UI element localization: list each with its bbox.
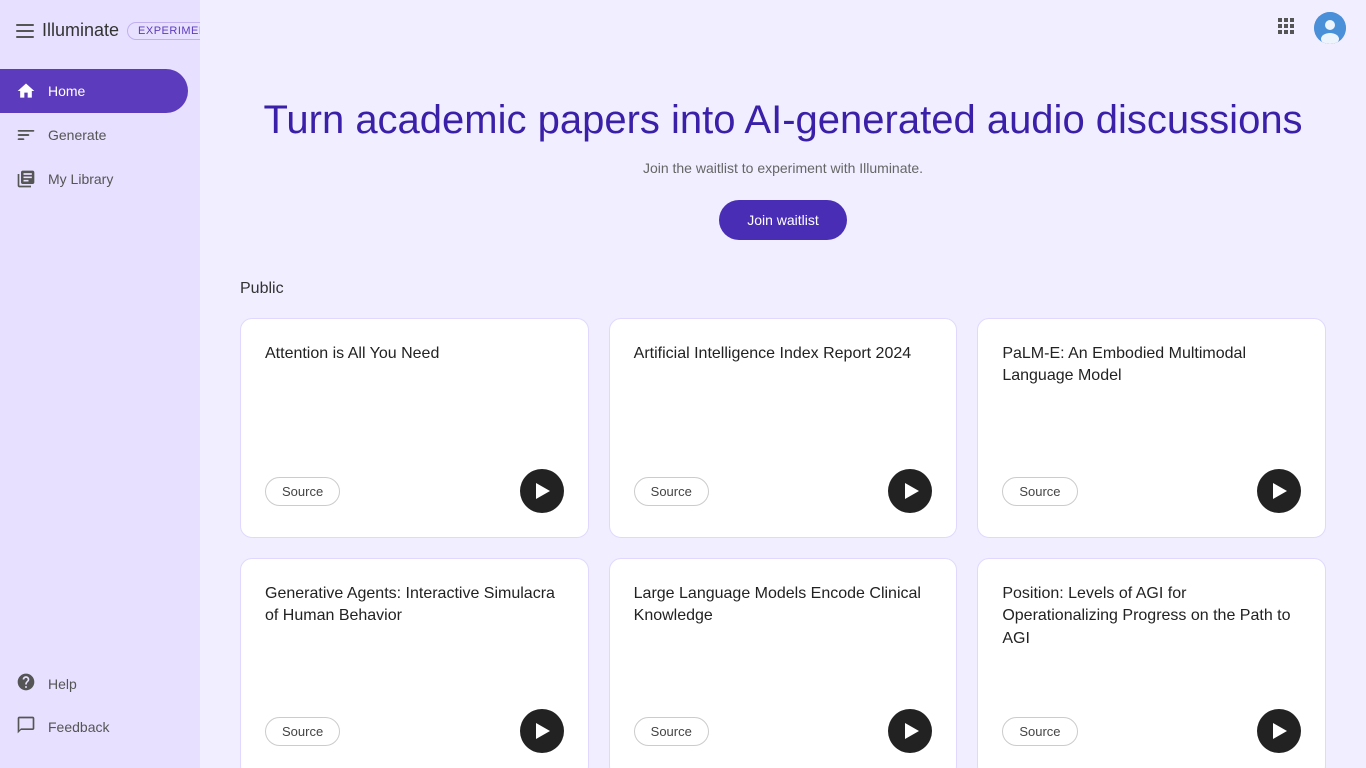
play-button[interactable]	[888, 469, 932, 513]
topbar	[200, 0, 1366, 56]
hamburger-icon[interactable]	[16, 24, 34, 38]
card-title: Artificial Intelligence Index Report 202…	[634, 343, 933, 453]
sidebar-item-library-label: My Library	[48, 171, 113, 187]
play-button[interactable]	[520, 709, 564, 753]
hero-subtitle: Join the waitlist to experiment with Ill…	[220, 160, 1346, 176]
sidebar-item-home-label: Home	[48, 83, 85, 99]
sidebar-item-library[interactable]: My Library	[0, 157, 188, 201]
sidebar-item-help[interactable]: Help	[0, 662, 200, 705]
main-content: Turn academic papers into AI-generated a…	[200, 0, 1366, 768]
sidebar-item-help-label: Help	[48, 676, 77, 692]
hero-section: Turn academic papers into AI-generated a…	[200, 56, 1366, 270]
app-logo: Illuminate	[42, 20, 119, 41]
card-palm-e[interactable]: PaLM-E: An Embodied Multimodal Language …	[977, 318, 1326, 538]
sidebar-footer: Help Feedback	[0, 654, 200, 756]
logo-area: Illuminate EXPERIMENT	[0, 12, 200, 61]
user-avatar[interactable]	[1314, 12, 1346, 44]
sidebar: Illuminate EXPERIMENT Home Genera	[0, 0, 200, 768]
card-attention[interactable]: Attention is All You Need Source	[240, 318, 589, 538]
card-footer: Source	[634, 469, 933, 513]
card-footer: Source	[634, 709, 933, 753]
source-button[interactable]: Source	[634, 477, 709, 506]
card-title: Large Language Models Encode Clinical Kn…	[634, 583, 933, 693]
card-footer: Source	[265, 469, 564, 513]
card-ai-index[interactable]: Artificial Intelligence Index Report 202…	[609, 318, 958, 538]
cards-grid: Attention is All You Need Source Artific…	[240, 318, 1326, 768]
source-button[interactable]: Source	[265, 717, 340, 746]
sidebar-nav: Home Generate My Library	[0, 61, 200, 654]
play-button[interactable]	[1257, 469, 1301, 513]
join-waitlist-button[interactable]: Join waitlist	[719, 200, 847, 240]
source-button[interactable]: Source	[634, 717, 709, 746]
feedback-icon	[16, 715, 36, 738]
card-footer: Source	[1002, 469, 1301, 513]
source-button[interactable]: Source	[1002, 717, 1077, 746]
source-button[interactable]: Source	[1002, 477, 1077, 506]
play-button[interactable]	[1257, 709, 1301, 753]
section-label: Public	[240, 280, 1326, 298]
hero-title: Turn academic papers into AI-generated a…	[220, 96, 1346, 144]
sidebar-item-feedback[interactable]: Feedback	[0, 705, 200, 748]
card-title: Generative Agents: Interactive Simulacra…	[265, 583, 564, 693]
card-footer: Source	[265, 709, 564, 753]
card-footer: Source	[1002, 709, 1301, 753]
card-llm-clinical[interactable]: Large Language Models Encode Clinical Kn…	[609, 558, 958, 768]
play-button[interactable]	[888, 709, 932, 753]
generate-icon	[16, 125, 36, 145]
apps-grid-icon[interactable]	[1274, 14, 1298, 43]
help-icon	[16, 672, 36, 695]
card-title: PaLM-E: An Embodied Multimodal Language …	[1002, 343, 1301, 453]
sidebar-item-feedback-label: Feedback	[48, 719, 109, 735]
home-icon	[16, 81, 36, 101]
public-section: Public Attention is All You Need Source …	[200, 270, 1366, 768]
play-button[interactable]	[520, 469, 564, 513]
card-agi-levels[interactable]: Position: Levels of AGI for Operationali…	[977, 558, 1326, 768]
library-icon	[16, 169, 36, 189]
card-generative-agents[interactable]: Generative Agents: Interactive Simulacra…	[240, 558, 589, 768]
source-button[interactable]: Source	[265, 477, 340, 506]
card-title: Attention is All You Need	[265, 343, 564, 453]
sidebar-item-home[interactable]: Home	[0, 69, 188, 113]
sidebar-item-generate[interactable]: Generate	[0, 113, 188, 157]
sidebar-item-generate-label: Generate	[48, 127, 106, 143]
card-title: Position: Levels of AGI for Operationali…	[1002, 583, 1301, 693]
